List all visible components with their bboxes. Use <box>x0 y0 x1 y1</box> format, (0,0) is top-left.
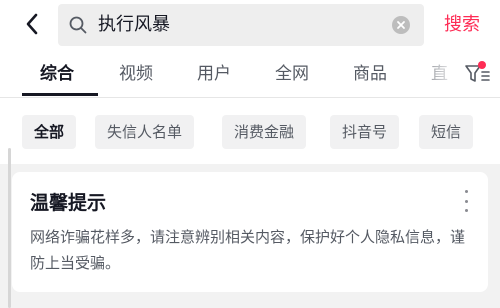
notification-dot <box>478 61 486 69</box>
back-button[interactable] <box>18 10 46 38</box>
chip-consumer-finance[interactable]: 消费金融 <box>222 115 307 149</box>
tab-all[interactable]: 综合 <box>40 52 74 98</box>
search-input[interactable]: 执行风暴 <box>98 4 170 46</box>
chevron-left-icon <box>26 13 38 35</box>
search-icon <box>69 16 87 34</box>
search-box[interactable]: 执行风暴 <box>58 4 424 46</box>
tabs-fade <box>405 52 460 97</box>
clear-button[interactable] <box>392 16 410 34</box>
filter-button[interactable] <box>460 52 500 97</box>
tab-products[interactable]: 商品 <box>353 52 387 98</box>
tab-videos[interactable]: 视频 <box>119 52 153 98</box>
tab-web[interactable]: 全网 <box>275 52 309 98</box>
chip-bar: 全部 失信人名单 消费金融 抖音号 短信 <box>0 98 500 164</box>
chip-sms[interactable]: 短信 <box>419 115 474 149</box>
search-button[interactable]: 搜索 <box>444 0 480 50</box>
notice-title: 温馨提示 <box>30 192 107 214</box>
chip-dishonest-list[interactable]: 失信人名单 <box>95 115 195 149</box>
notice-body: 网络诈骗花样多，请注意辨别相关内容，保护好个人隐私信息，谨防上当受骗。 <box>30 228 466 272</box>
filter-icon <box>465 65 490 82</box>
top-bar: 执行风暴 搜索 <box>0 0 500 52</box>
notice-card: 温馨提示 网络诈骗花样多，请注意辨别相关内容，保护好个人隐私信息，谨防上当受骗。 <box>12 172 488 292</box>
tab-users[interactable]: 用户 <box>197 52 231 98</box>
scrollbar[interactable] <box>8 148 11 308</box>
more-options-button[interactable] <box>460 190 472 212</box>
active-tab-indicator <box>22 93 98 96</box>
clear-icon <box>397 21 405 29</box>
chip-all[interactable]: 全部 <box>22 115 77 149</box>
more-vertical-icon <box>464 190 468 193</box>
chip-douyin-id[interactable]: 抖音号 <box>330 115 400 149</box>
